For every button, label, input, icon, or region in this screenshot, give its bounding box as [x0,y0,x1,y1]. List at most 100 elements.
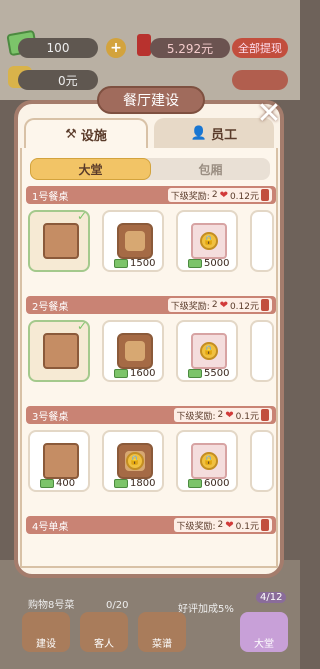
table-upgrade-card[interactable]: 🔒 5500 [176,320,238,382]
recipes-button[interactable]: 菜谱 [138,612,186,652]
section-header: 1号餐桌 下级奖励: 2 ❤ 0.12元 [26,186,276,204]
lock-icon: 🔒 [126,452,144,470]
tab-staff-label: 员工 [211,127,238,143]
cash-icon [188,479,202,488]
build-button[interactable]: 建设 [22,612,70,652]
hall-count: 4/12 [256,592,287,603]
cash-icon [40,479,54,488]
table-upgrade-card[interactable]: ✓ [28,319,90,382]
section-header: 2号餐桌 下级奖励: 2 ❤ 0.12元 [26,296,276,314]
withdraw-all-button[interactable]: 全部提现 [232,38,288,58]
red-envelope-icon [261,189,269,201]
facilities-panel: 大堂 包厢 1号餐桌 下级奖励: 2 ❤ 0.12元 ✓ 1500 🔒 5000 2号… [20,148,278,568]
reward-hearts: 2 [211,300,218,310]
next-level-reward: 下级奖励: 2 ❤ 0.1元 [173,408,272,422]
section-header: 4号单桌 下级奖励: 2 ❤ 0.1元 [26,516,276,534]
table-upgrade-card[interactable]: 🔒 5000 [176,210,238,272]
dialog-tabs: ⚒ 设施 👤 员工 [24,118,274,148]
tools-icon: ⚒ [65,126,77,142]
area-subtabs: 大堂 包厢 [30,158,270,180]
heart-icon: ❤ [219,299,228,311]
guest-count: 0/20 [106,600,129,611]
red-envelope-balance: 5.292元 [150,38,230,58]
guests-button[interactable]: 客人 [80,612,128,652]
check-icon: ✓ [76,319,87,333]
tab-facilities[interactable]: ⚒ 设施 [24,118,148,148]
table-upgrade-card[interactable] [250,210,274,272]
heart-icon: ❤ [219,189,228,201]
red-envelope-icon [261,519,269,531]
price-tag: 5500 [188,368,229,379]
table-upgrade-card[interactable]: 400 [28,430,90,492]
dialog-title: 餐厅建设 [97,86,205,114]
table-upgrade-card[interactable] [250,320,274,382]
hall-button[interactable]: 大堂 [240,612,288,652]
section-title: 1号餐桌 [32,191,69,203]
next-level-reward: 下级奖励: 2 ❤ 0.12元 [167,188,272,202]
reward-money: 0.12元 [229,301,259,312]
upgrade-list: 400 🔒 1800 🔒 6000 [26,430,276,504]
price-value: 5000 [204,258,230,269]
price-tag: 1600 [114,368,155,379]
price-tag: 1800 [114,478,155,489]
reward-money: 0.12元 [229,191,259,202]
heart-icon: ❤ [225,519,234,531]
reward-hearts: 2 [217,520,224,530]
reward-label: 下级奖励: [170,301,210,312]
table-upgrade-card[interactable]: ✓ [28,209,90,272]
table-upgrade-card[interactable]: 1600 [102,320,164,382]
price-value: 400 [56,478,76,489]
table-image [43,443,79,479]
price-value: 6000 [204,478,230,489]
price-tag: 5000 [188,258,229,269]
section-title: 2号餐桌 [32,301,69,313]
rating-bonus: 好评加成5% [178,604,234,615]
price-value: 5500 [204,368,230,379]
reward-label: 下级奖励: [176,521,216,532]
red-envelope-icon [137,34,151,56]
reward-money: 0.1元 [235,411,259,422]
price-tag: 1500 [114,258,155,269]
lock-icon: 🔒 [200,452,218,470]
subtab-private-room[interactable]: 包厢 [151,158,270,180]
upgrade-list: ✓ 1600 🔒 5500 [26,319,276,394]
tab-facilities-label: 设施 [80,128,107,144]
add-cash-button[interactable]: + [106,38,126,58]
reward-hearts: 2 [217,410,224,420]
close-icon[interactable]: ✕ [256,96,282,131]
reward-hearts: 2 [211,190,218,200]
lock-icon: 🔒 [200,232,218,250]
cash-icon [188,259,202,268]
heart-icon: ❤ [225,409,234,421]
table-upgrade-card[interactable]: 1500 [102,210,164,272]
reward-label: 下级奖励: [170,191,210,202]
next-level-reward: 下级奖励: 2 ❤ 0.12元 [167,298,272,312]
table-image [117,333,153,369]
cash-icon [188,369,202,378]
table-upgrade-card[interactable] [250,430,274,492]
table-upgrade-card[interactable]: 🔒 1800 [102,430,164,492]
cash-counter: 100 [18,38,98,58]
person-icon: 👤 [190,125,208,141]
price-tag: 400 [40,478,75,489]
price-tag: 6000 [188,478,229,489]
yuan-balance: 0元 [18,70,98,90]
cash-icon [114,259,128,268]
bonus-button[interactable] [232,70,288,90]
table-image [43,333,79,369]
upgrade-list: ✓ 1500 🔒 5000 [26,209,276,284]
table-upgrade-card[interactable]: 🔒 6000 [176,430,238,492]
section-title: 3号餐桌 [32,411,69,423]
section-header: 3号餐桌 下级奖励: 2 ❤ 0.1元 [26,406,276,424]
price-value: 1800 [130,478,156,489]
red-envelope-icon [261,409,269,421]
upgrade-list [26,540,276,566]
section-title: 4号单桌 [32,521,69,533]
subtab-lobby[interactable]: 大堂 [30,158,151,180]
table-image [117,223,153,259]
table-section: 4号单桌 下级奖励: 2 ❤ 0.1元 [26,516,276,566]
reward-money: 0.1元 [235,521,259,532]
next-level-reward: 下级奖励: 2 ❤ 0.1元 [173,518,272,532]
cash-icon [114,479,128,488]
red-envelope-icon [261,299,269,311]
